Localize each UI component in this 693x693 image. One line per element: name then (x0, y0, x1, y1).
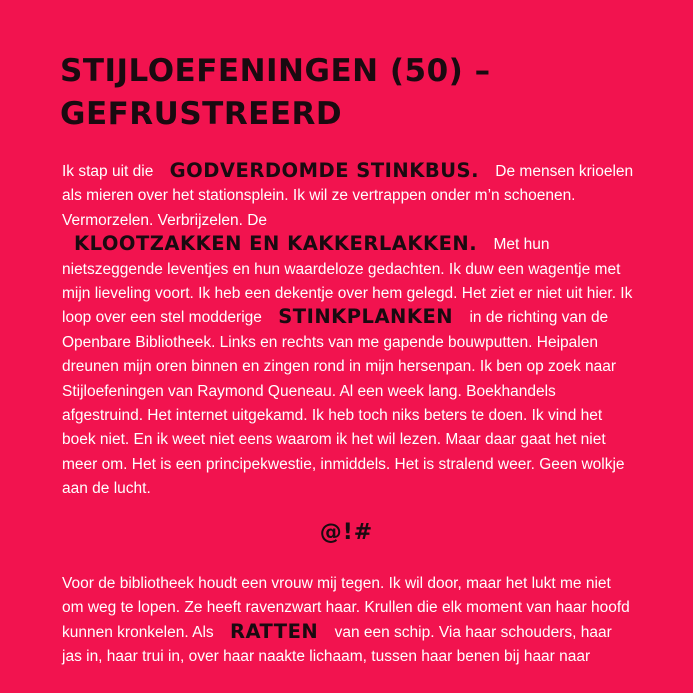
emphasis-word-2: klootzakken en kakkerlakken. (74, 232, 478, 256)
title-line-1: Stijloefeningen (50) – (60, 53, 491, 89)
paragraph-1-text-1: Ik stap uit die (62, 163, 154, 180)
paragraph-2: Voor de bibliotheek houdt een vrouw mij … (62, 572, 634, 670)
article-page: Stijloefeningen (50) – Gefrustreerd Ik s… (0, 0, 693, 693)
paragraph-1: Ik stap uit die godverdomde stinkbus. De… (62, 160, 634, 502)
emphasis-word-1: godverdomde stinkbus. (169, 159, 479, 182)
page-title: Stijloefeningen (50) – Gefrustreerd (60, 50, 620, 136)
paragraph-1-text-4: in de richting van de Openbare Bibliothe… (62, 309, 625, 498)
emphasis-word-3: stinkplanken (278, 305, 454, 329)
title-line-2: Gefrustreerd (60, 96, 343, 132)
emphasis-word-4: ratten (229, 619, 319, 643)
section-separator: @!# (319, 520, 374, 545)
